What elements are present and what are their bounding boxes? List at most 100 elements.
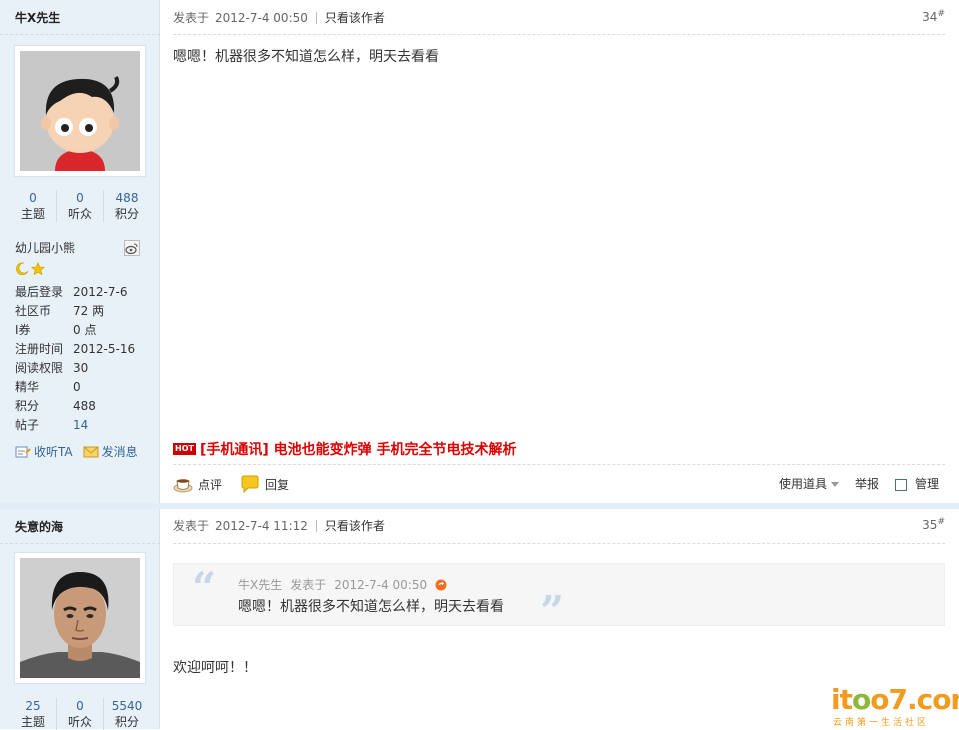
- post-content: 欢迎呵呵！！: [173, 660, 257, 676]
- manage-checkbox[interactable]: 管理: [894, 475, 939, 492]
- author-name[interactable]: 牛X先生: [15, 9, 60, 26]
- cartoon-boy-avatar-icon: [20, 51, 140, 171]
- posted-label: 发表于: [173, 519, 210, 533]
- author-info: 最后登录 2012-7-6 社区币 72 两 I券 0 点 注册时间 2012-5-16…: [15, 284, 155, 436]
- close-quote-icon: ”: [540, 587, 565, 636]
- divider: [0, 34, 160, 35]
- posted-label: 发表于: [173, 11, 210, 25]
- man-portrait-avatar-icon: [20, 558, 140, 678]
- stat-label: 主题: [20, 715, 45, 729]
- avatar[interactable]: [14, 45, 146, 177]
- chevron-down-icon: [830, 482, 839, 487]
- info-row: 积分 488: [15, 398, 155, 417]
- author-actions: 收听TA 发消息: [15, 443, 138, 460]
- user-group[interactable]: 幼儿园小熊: [15, 239, 75, 256]
- info-value: 2012-7-6: [73, 285, 128, 299]
- post-time: 2012-7-4 00:50: [215, 10, 308, 25]
- divider: [0, 543, 160, 544]
- envelope-icon: [83, 446, 99, 457]
- quote-header: 牛X先生 发表于 2012-7-4 00:50: [238, 576, 447, 593]
- info-row: I券 0 点: [15, 322, 155, 341]
- info-value: 30: [73, 361, 89, 375]
- stat-value: 0: [76, 699, 84, 713]
- quote-block: “ 牛X先生 发表于 2012-7-4 00:50 嗯嗯！机器很多不知道怎么样，…: [173, 563, 945, 633]
- avatar[interactable]: [14, 552, 146, 684]
- info-row: 最后登录 2012-7-6: [15, 284, 155, 303]
- info-key: 社区币: [15, 304, 52, 318]
- author-sidebar: 失意的海 25 主题 0 听众 5540 积分: [0, 509, 160, 730]
- weibo-icon[interactable]: [124, 240, 140, 256]
- post-35: 失意的海 25 主题 0 听众 5540 积分 发表于 2012-7-4 11:…: [0, 509, 959, 730]
- post-count-link[interactable]: 14: [73, 417, 88, 436]
- author-sidebar: 牛X先生 0 主题 0 听众 488 积分 幼儿园小熊 最后登录 2012-7-…: [0, 0, 160, 503]
- report-link[interactable]: 举报: [855, 475, 879, 492]
- quote-text: 嗯嗯！机器很多不知道怎么样，明天去看看: [238, 599, 504, 615]
- jump-to-post-icon[interactable]: [435, 579, 447, 591]
- info-key: 注册时间: [15, 342, 64, 356]
- author-name[interactable]: 失意的海: [15, 518, 63, 535]
- manage-label: 管理: [914, 477, 939, 491]
- tools-label: 使用道具: [778, 477, 827, 491]
- info-value: 488: [73, 399, 96, 413]
- open-quote-icon: “: [192, 563, 217, 612]
- info-row: 精华 0: [15, 379, 155, 398]
- reply-label: 回复: [265, 477, 290, 492]
- quote-time: 2012-7-4 00:50: [334, 577, 428, 592]
- stat-value: 488: [115, 191, 139, 205]
- hot-link-text[interactable]: [手机通讯] 电池也能变炸弹 手机完全节电技术解析: [200, 439, 517, 459]
- comment-label: 点评: [198, 477, 223, 492]
- info-key: 阅读权限: [15, 361, 64, 375]
- stat-points[interactable]: 5540 积分: [104, 698, 150, 730]
- quote-author[interactable]: 牛X先生: [238, 576, 282, 593]
- info-key: 精华: [15, 380, 40, 394]
- author-stats: 0 主题 0 听众 488 积分: [10, 190, 150, 222]
- post-body: 发表于 2012-7-4 00:50 只看该作者 34# 嗯嗯！机器很多不知道怎…: [161, 0, 959, 503]
- stat-value: 25: [25, 699, 41, 713]
- post-34: 牛X先生 0 主题 0 听众 488 积分 幼儿园小熊 最后登录 2012-7-…: [0, 0, 959, 503]
- post-time: 2012-7-4 11:12: [215, 518, 308, 533]
- logo-part: it: [831, 683, 853, 716]
- message-label: 发消息: [101, 445, 138, 459]
- author-only-link[interactable]: 只看该作者: [325, 517, 385, 534]
- divider: [315, 519, 317, 532]
- post-header: 发表于 2012-7-4 00:50 只看该作者 34#: [173, 9, 945, 25]
- reply-button[interactable]: 回复: [240, 475, 289, 493]
- stat-topics[interactable]: 25 主题: [10, 698, 57, 730]
- site-logo: itoo7.com 云南第一生活社区: [831, 683, 959, 729]
- send-message-button[interactable]: 发消息: [83, 443, 138, 460]
- info-key: 积分: [15, 399, 40, 413]
- info-row: 注册时间 2012-5-16: [15, 341, 155, 360]
- info-value: 72 两: [73, 304, 105, 318]
- stat-listeners[interactable]: 0 听众: [57, 698, 104, 730]
- logo-tagline: 云南第一生活社区: [833, 718, 930, 728]
- stat-label: 积分: [114, 207, 139, 221]
- floor-number[interactable]: 35#: [922, 517, 945, 532]
- follow-label: 收听TA: [34, 445, 73, 459]
- post-footer: 点评 回复 使用道具 举报 管理: [173, 464, 945, 502]
- hot-ad-link[interactable]: HOT [手机通讯] 电池也能变炸弹 手机完全节电技术解析: [173, 439, 517, 459]
- follow-icon: [15, 446, 31, 457]
- floor-suffix: #: [937, 517, 945, 527]
- hot-badge: HOT: [173, 443, 196, 455]
- info-row: 帖子 14: [15, 417, 155, 436]
- stat-listeners[interactable]: 0 听众: [57, 190, 104, 222]
- stat-label: 听众: [67, 207, 92, 221]
- checkbox-icon[interactable]: [894, 478, 907, 491]
- logo-part: o: [851, 683, 871, 716]
- follow-button[interactable]: 收听TA: [15, 443, 73, 460]
- comment-button[interactable]: 点评: [173, 475, 222, 493]
- post-header: 发表于 2012-7-4 11:12 只看该作者 35#: [173, 517, 945, 533]
- stat-points[interactable]: 488 积分: [104, 190, 150, 222]
- author-only-link[interactable]: 只看该作者: [325, 9, 385, 26]
- logo-part: o7.com: [870, 683, 959, 716]
- use-tools-dropdown[interactable]: 使用道具: [779, 475, 839, 492]
- divider: [173, 543, 945, 544]
- stat-topics[interactable]: 0 主题: [10, 190, 57, 222]
- info-row: 社区币 72 两: [15, 303, 155, 322]
- floor-number[interactable]: 34#: [922, 9, 945, 24]
- divider: [315, 11, 317, 24]
- floor-value: 35: [922, 518, 938, 532]
- moon-icon: [16, 262, 29, 276]
- divider: [173, 34, 945, 35]
- info-key: 最后登录: [15, 285, 64, 299]
